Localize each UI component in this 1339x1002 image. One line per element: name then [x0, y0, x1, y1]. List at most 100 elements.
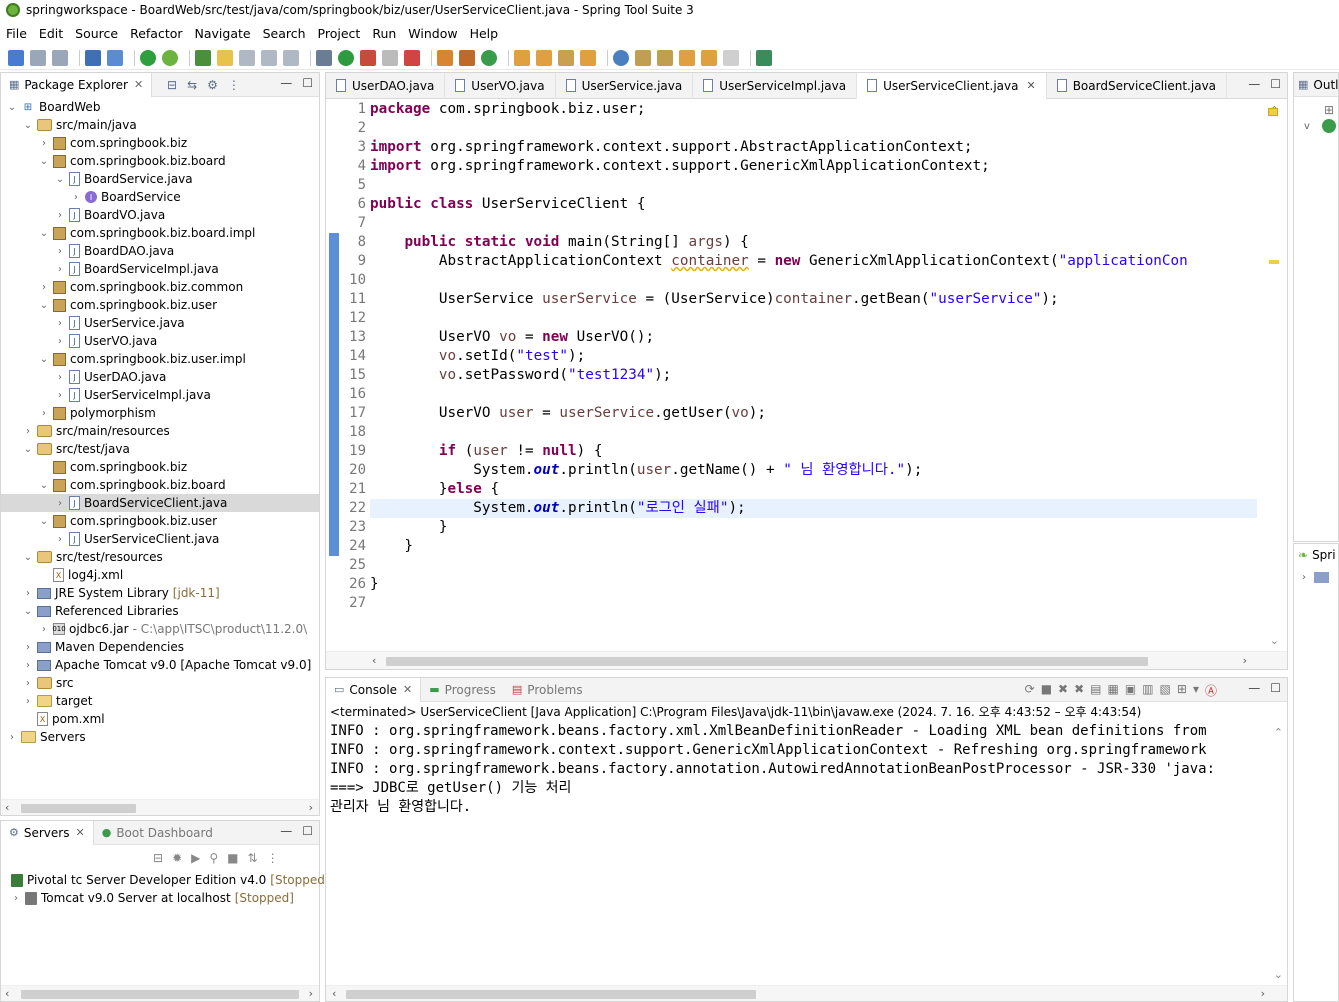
spring-boot-icon[interactable]	[140, 49, 156, 66]
expand-icon[interactable]: ›	[53, 318, 67, 329]
code-line[interactable]: System.out.println("로그인 실패");	[370, 499, 1257, 518]
expand-icon[interactable]: ›	[69, 192, 83, 203]
editor-tab[interactable]: UserServiceClient.java ✕	[857, 72, 1047, 99]
spring-icon[interactable]	[162, 49, 178, 66]
class-icon[interactable]	[1322, 119, 1336, 133]
code-line[interactable]	[370, 176, 1257, 195]
previous-annotation-icon[interactable]	[657, 49, 673, 66]
debug-icon[interactable]	[316, 49, 332, 66]
tree-item[interactable]: › J UserService.java	[1, 314, 319, 332]
code-line[interactable]	[370, 423, 1257, 442]
tab-console[interactable]: ▭ Console ✕	[326, 677, 422, 702]
minimize-icon[interactable]: —	[1248, 681, 1260, 695]
menu-project[interactable]: Project	[318, 26, 361, 41]
code-line[interactable]: }	[370, 537, 1257, 556]
code-line[interactable]	[370, 594, 1257, 613]
warning-marker[interactable]	[1269, 260, 1279, 264]
code-line[interactable]: UserVO vo = new UserVO();	[370, 328, 1257, 347]
collapse-icon[interactable]: ⌄	[37, 516, 51, 527]
console-output[interactable]: INFO : org.springframework.beans.factory…	[326, 722, 1287, 817]
scroll-right-icon[interactable]: ›	[1261, 987, 1265, 1000]
close-icon[interactable]: ✕	[1026, 79, 1035, 92]
new-class-icon[interactable]	[481, 49, 497, 66]
scroll-left-icon[interactable]: ‹	[372, 654, 376, 667]
tree-item[interactable]: ⌄ src/test/resources	[1, 548, 319, 566]
tree-item[interactable]: › Servers	[1, 728, 319, 746]
menu-edit[interactable]: Edit	[39, 26, 63, 41]
console-hscroll[interactable]: ‹ ›	[326, 985, 1287, 1001]
publish-icon[interactable]: ⇅	[248, 851, 258, 865]
tree-item[interactable]: ⌄ com.springbook.biz.board	[1, 476, 319, 494]
tree-item[interactable]: ⌄ Referenced Libraries	[1, 602, 319, 620]
collapse-icon[interactable]: ⌄	[37, 354, 51, 365]
tree-item[interactable]: ⌄ com.springbook.biz.board.impl	[1, 224, 319, 242]
code-line[interactable]: if (user != null) {	[370, 442, 1257, 461]
word-wrap-icon[interactable]: ▦	[1108, 682, 1119, 699]
expand-icon[interactable]: ›	[53, 336, 67, 347]
menu-refactor[interactable]: Refactor	[130, 26, 182, 41]
expand-icon[interactable]: ›	[21, 696, 35, 707]
display-selected-console-icon[interactable]: ▧	[1160, 682, 1171, 699]
list-item[interactable]: Pivotal tc Server Developer Edition v4.0…	[1, 871, 330, 889]
tree-item[interactable]: › J UserServiceClient.java	[1, 530, 319, 548]
expand-icon[interactable]: ›	[21, 678, 35, 689]
minimize-icon[interactable]: —	[1248, 77, 1260, 91]
coverage-icon[interactable]	[404, 49, 420, 66]
expand-icon[interactable]: ›	[21, 642, 35, 653]
remove-launch-icon[interactable]: ✖	[1058, 682, 1068, 699]
code-line[interactable]	[370, 556, 1257, 575]
list-item[interactable]: › Tomcat v9.0 Server at localhost [Stopp…	[1, 889, 319, 907]
tab-package-explorer[interactable]: ▦ Package Explorer ✕	[1, 72, 153, 97]
collapse-icon[interactable]: ⌄	[21, 552, 35, 563]
menu-run[interactable]: Run	[372, 26, 396, 41]
scroll-down-icon[interactable]: ⌄	[1274, 968, 1283, 981]
clear-console-icon[interactable]: ⟳	[1025, 682, 1035, 699]
overview-ruler[interactable]: ⌃ ⌄	[1257, 100, 1287, 651]
code-line[interactable]	[370, 385, 1257, 404]
project-icon[interactable]	[1314, 572, 1329, 583]
open-resource-icon[interactable]	[580, 49, 596, 66]
code-line[interactable]: package com.springbook.biz.user;	[370, 100, 1257, 119]
tree-item[interactable]: ⌄ ⊞ BoardWeb	[1, 98, 319, 116]
code-line[interactable]: import org.springframework.context.suppo…	[370, 138, 1257, 157]
code-line[interactable]: public class UserServiceClient {	[370, 195, 1257, 214]
scroll-thumb[interactable]	[21, 804, 136, 813]
scroll-left-icon[interactable]: ‹	[5, 801, 9, 814]
expand-icon[interactable]: ›	[1302, 572, 1306, 583]
tree-item[interactable]: › com.springbook.biz	[1, 134, 319, 152]
expand-icon[interactable]: ›	[53, 246, 67, 257]
show-whitespace-icon[interactable]	[283, 49, 299, 66]
code-line[interactable]: UserVO user = userService.getUser(vo);	[370, 404, 1257, 423]
tree-item[interactable]: › JRE System Library [jdk-11]	[1, 584, 319, 602]
expand-icon[interactable]: ›	[53, 210, 67, 221]
close-icon[interactable]: ✕	[134, 78, 143, 91]
tree-item[interactable]: › J UserServiceImpl.java	[1, 386, 319, 404]
open-perspective-icon[interactable]	[756, 49, 772, 66]
skip-breakpoints-icon[interactable]	[107, 49, 123, 66]
tree-item[interactable]: › J BoardVO.java	[1, 206, 319, 224]
tab-progress[interactable]: ▬ Progress	[421, 678, 504, 702]
view-menu-icon[interactable]: ▾	[1193, 682, 1199, 699]
last-edit-location-icon[interactable]	[679, 49, 695, 66]
tree-item[interactable]: › com.springbook.biz.common	[1, 278, 319, 296]
tree-item[interactable]: › J BoardDAO.java	[1, 242, 319, 260]
tree-item[interactable]: › target	[1, 692, 319, 710]
pin-console-icon[interactable]: ▥	[1142, 682, 1153, 699]
globe-icon[interactable]	[613, 49, 629, 66]
new-spring-project-icon[interactable]	[195, 49, 211, 66]
servers-hscroll[interactable]: ‹ ›	[1, 985, 319, 1001]
profile-server-icon[interactable]: ⚲	[209, 851, 218, 865]
scroll-right-icon[interactable]: ›	[309, 801, 313, 814]
collapse-icon[interactable]: ⌄	[37, 300, 51, 311]
menu-navigate[interactable]: Navigate	[195, 26, 251, 41]
scroll-right-icon[interactable]: ›	[1243, 654, 1247, 667]
tree-item[interactable]: › src/main/resources	[1, 422, 319, 440]
expand-icon[interactable]: ›	[5, 732, 19, 743]
open-type-icon[interactable]	[514, 49, 530, 66]
scroll-up-icon[interactable]: ⌃	[1274, 726, 1283, 739]
collapse-icon[interactable]: ⌄	[53, 174, 67, 185]
editor-tab[interactable]: UserDAO.java	[326, 72, 446, 99]
code-line[interactable]: System.out.println(user.getName() + " 님 …	[370, 461, 1257, 480]
tree-item[interactable]: Xpom.xml	[1, 710, 319, 728]
collapse-icon[interactable]: ⌄	[21, 606, 35, 617]
